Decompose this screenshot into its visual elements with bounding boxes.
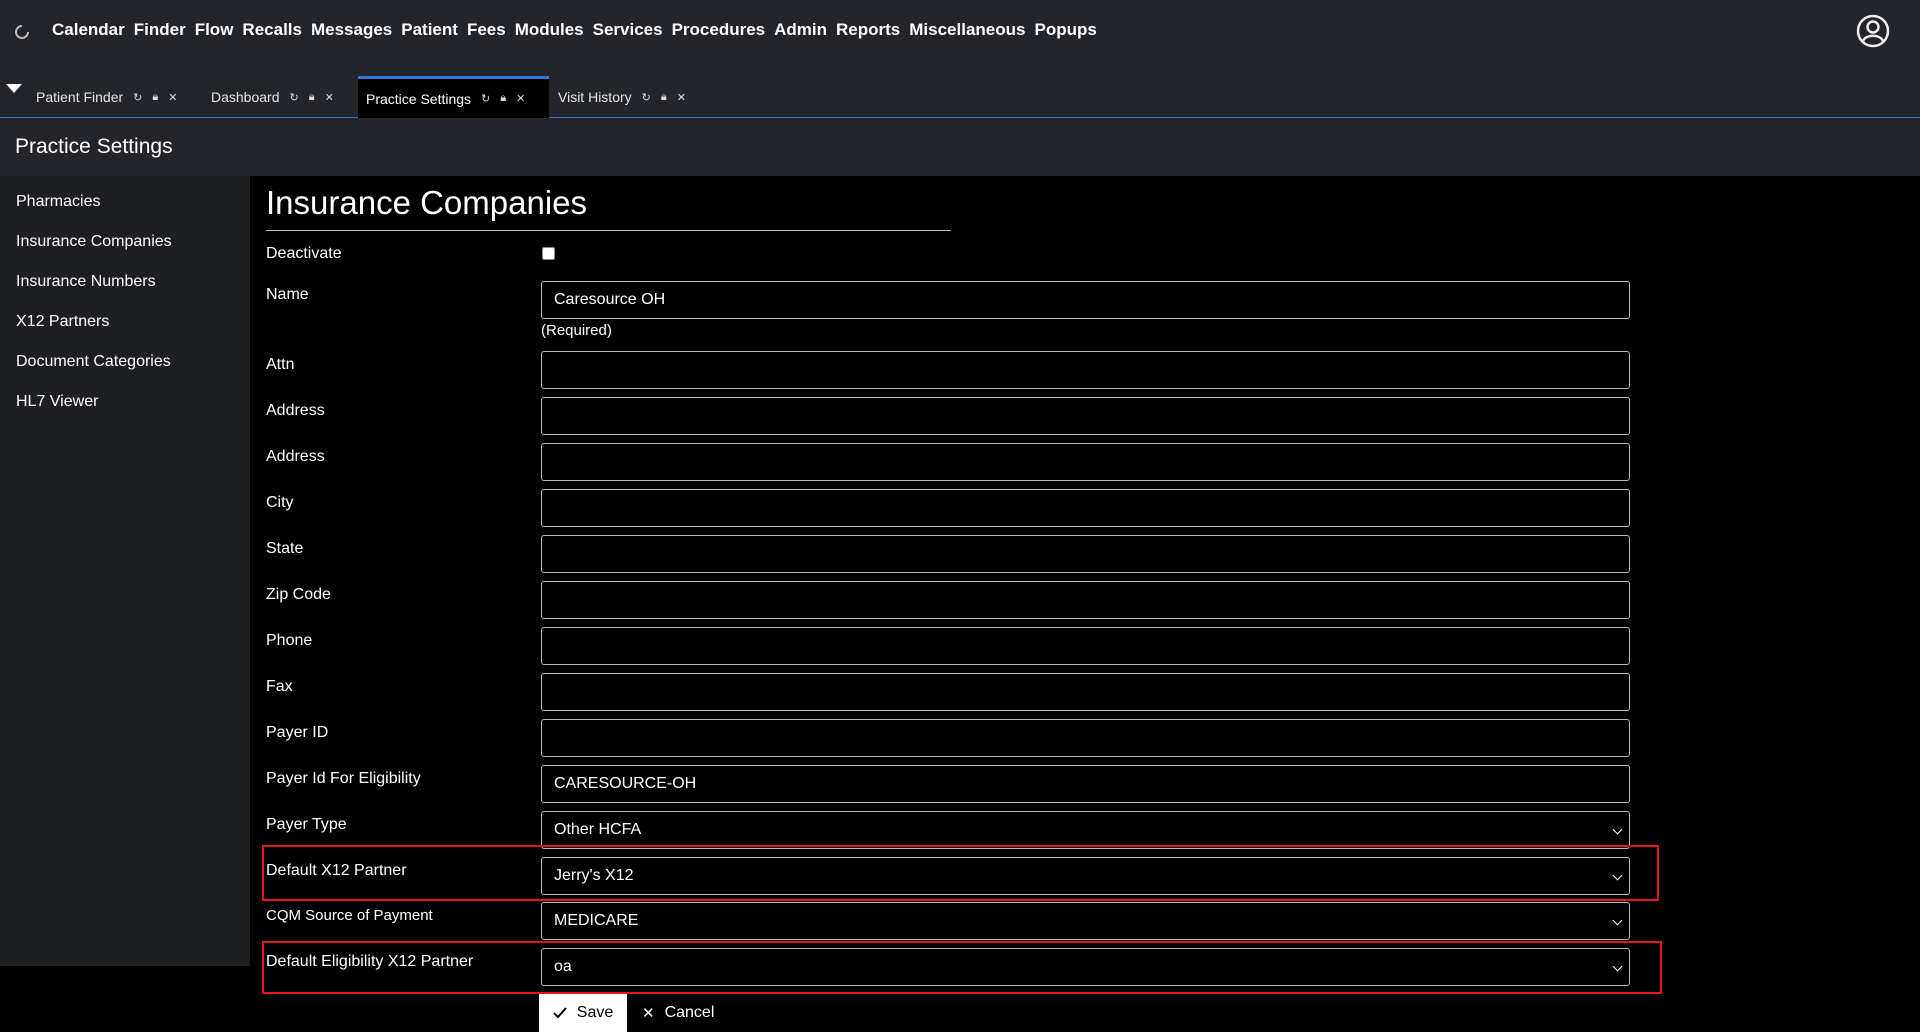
refresh-icon[interactable]: ↻	[481, 92, 490, 105]
save-label: Save	[576, 1004, 614, 1021]
check-icon	[553, 1007, 567, 1019]
sidebar: Pharmacies Insurance Companies Insurance…	[0, 176, 250, 966]
menu-miscellaneous[interactable]: Miscellaneous	[909, 20, 1025, 40]
cqm-value: MEDICARE	[554, 912, 639, 929]
state-label: State	[266, 540, 304, 557]
refresh-icon[interactable]: ↻	[133, 91, 142, 104]
menu-calendar[interactable]: Calendar	[52, 20, 125, 40]
close-icon: ✕	[642, 1005, 655, 1022]
state-input[interactable]	[541, 535, 1630, 573]
payer-elig-label: Payer Id For Eligibility	[266, 770, 421, 787]
phone-label: Phone	[266, 632, 313, 649]
menu-popups[interactable]: Popups	[1034, 20, 1096, 40]
payer-id-label: Payer ID	[266, 724, 329, 741]
user-account-icon[interactable]	[1856, 14, 1890, 48]
lock-icon[interactable]: 🔒︎	[152, 91, 158, 104]
close-icon[interactable]: ✕	[168, 91, 177, 104]
refresh-icon[interactable]: ↻	[642, 91, 651, 104]
menu-fees[interactable]: Fees	[467, 20, 506, 40]
x12-partner-value: Jerry's X12	[554, 867, 634, 884]
tab-bar: Patient Finder ↻ 🔒︎ ✕ Dashboard ↻ 🔒︎ ✕ P…	[0, 62, 1920, 118]
sidebar-item-document-categories[interactable]: Document Categories	[16, 353, 171, 371]
payer-type-select[interactable]: Other HCFA	[541, 811, 1630, 849]
deactivate-label: Deactivate	[266, 245, 342, 262]
tab-dashboard[interactable]: Dashboard ↻ 🔒︎ ✕	[203, 76, 342, 118]
name-label: Name	[266, 286, 309, 303]
menu-services[interactable]: Services	[593, 20, 663, 40]
lock-icon[interactable]: 🔒︎	[661, 91, 667, 104]
cancel-label: Cancel	[664, 1004, 715, 1021]
chevron-down-icon	[1612, 915, 1623, 926]
address1-label: Address	[266, 402, 325, 419]
tab-visit-history[interactable]: Visit History ↻ 🔒︎ ✕	[550, 76, 694, 118]
city-input[interactable]	[541, 489, 1630, 527]
deactivate-checkbox[interactable]	[542, 247, 555, 260]
sidebar-item-insurance-numbers[interactable]: Insurance Numbers	[16, 273, 156, 291]
address2-label: Address	[266, 448, 325, 465]
menu-recalls[interactable]: Recalls	[242, 20, 302, 40]
refresh-icon[interactable]: ↻	[290, 91, 299, 104]
chevron-down-icon	[1612, 961, 1623, 972]
page-title: Practice Settings	[15, 135, 173, 158]
heading-divider	[266, 230, 951, 231]
fax-input[interactable]	[541, 673, 1630, 711]
payer-type-value: Other HCFA	[554, 821, 642, 838]
sidebar-item-pharmacies[interactable]: Pharmacies	[16, 193, 100, 211]
payer-id-input[interactable]	[541, 719, 1630, 757]
city-label: City	[266, 494, 294, 511]
attn-input[interactable]	[541, 351, 1630, 389]
menu-flow[interactable]: Flow	[195, 20, 234, 40]
payer-elig-input[interactable]	[541, 765, 1630, 803]
payer-type-label: Payer Type	[266, 816, 347, 833]
save-button[interactable]: Save	[539, 994, 627, 1032]
sidebar-item-hl7-viewer[interactable]: HL7 Viewer	[16, 393, 98, 411]
elig-x12-value: oa	[554, 958, 572, 975]
cqm-select[interactable]: MEDICARE	[541, 902, 1630, 940]
cqm-label: CQM Source of Payment	[266, 907, 433, 924]
tab-label: Visit History	[558, 89, 632, 105]
required-note: (Required)	[541, 322, 612, 339]
fax-label: Fax	[266, 678, 293, 695]
tab-label: Patient Finder	[36, 89, 124, 105]
sidebar-item-x12-partners[interactable]: X12 Partners	[16, 313, 109, 331]
tab-label: Dashboard	[211, 89, 280, 105]
zip-input[interactable]	[541, 581, 1630, 619]
x12-partner-select[interactable]: Jerry's X12	[541, 857, 1630, 895]
caret-down-icon[interactable]	[6, 84, 22, 93]
lock-icon[interactable]: 🔒︎	[500, 92, 506, 105]
x12-partner-label: Default X12 Partner	[266, 862, 407, 879]
menu-messages[interactable]: Messages	[311, 20, 392, 40]
menu-finder[interactable]: Finder	[134, 20, 186, 40]
menu-reports[interactable]: Reports	[836, 20, 900, 40]
sidebar-item-insurance-companies[interactable]: Insurance Companies	[16, 233, 172, 251]
main-menu: Calendar Finder Flow Recalls Messages Pa…	[52, 20, 1097, 40]
page-header: Practice Settings	[0, 118, 1920, 176]
menu-admin[interactable]: Admin	[774, 20, 827, 40]
menu-modules[interactable]: Modules	[515, 20, 584, 40]
close-icon[interactable]: ✕	[325, 91, 334, 104]
elig-x12-label: Default Eligibility X12 Partner	[266, 953, 474, 970]
menu-patient[interactable]: Patient	[401, 20, 458, 40]
menu-procedures[interactable]: Procedures	[672, 20, 766, 40]
tab-practice-settings[interactable]: Practice Settings ↻ 🔒︎ ✕	[358, 76, 549, 118]
close-icon[interactable]: ✕	[677, 91, 686, 104]
close-icon[interactable]: ✕	[516, 92, 525, 105]
tab-label: Practice Settings	[366, 90, 472, 107]
attn-label: Attn	[266, 356, 295, 373]
elig-x12-select[interactable]: oa	[541, 948, 1630, 986]
chevron-down-icon	[1612, 870, 1623, 881]
form-heading: Insurance Companies	[266, 184, 588, 221]
address1-input[interactable]	[541, 397, 1630, 435]
lock-icon[interactable]: 🔒︎	[309, 91, 315, 104]
chevron-down-icon	[1612, 824, 1623, 835]
phone-input[interactable]	[541, 627, 1630, 665]
tab-patient-finder[interactable]: Patient Finder ↻ 🔒︎ ✕	[28, 76, 185, 118]
zip-label: Zip Code	[266, 586, 331, 603]
address2-input[interactable]	[541, 443, 1630, 481]
cancel-button[interactable]: ✕ Cancel	[636, 994, 722, 1032]
top-navbar: Calendar Finder Flow Recalls Messages Pa…	[0, 0, 1920, 62]
name-input[interactable]	[541, 281, 1630, 319]
app-logo-icon[interactable]	[14, 24, 30, 40]
